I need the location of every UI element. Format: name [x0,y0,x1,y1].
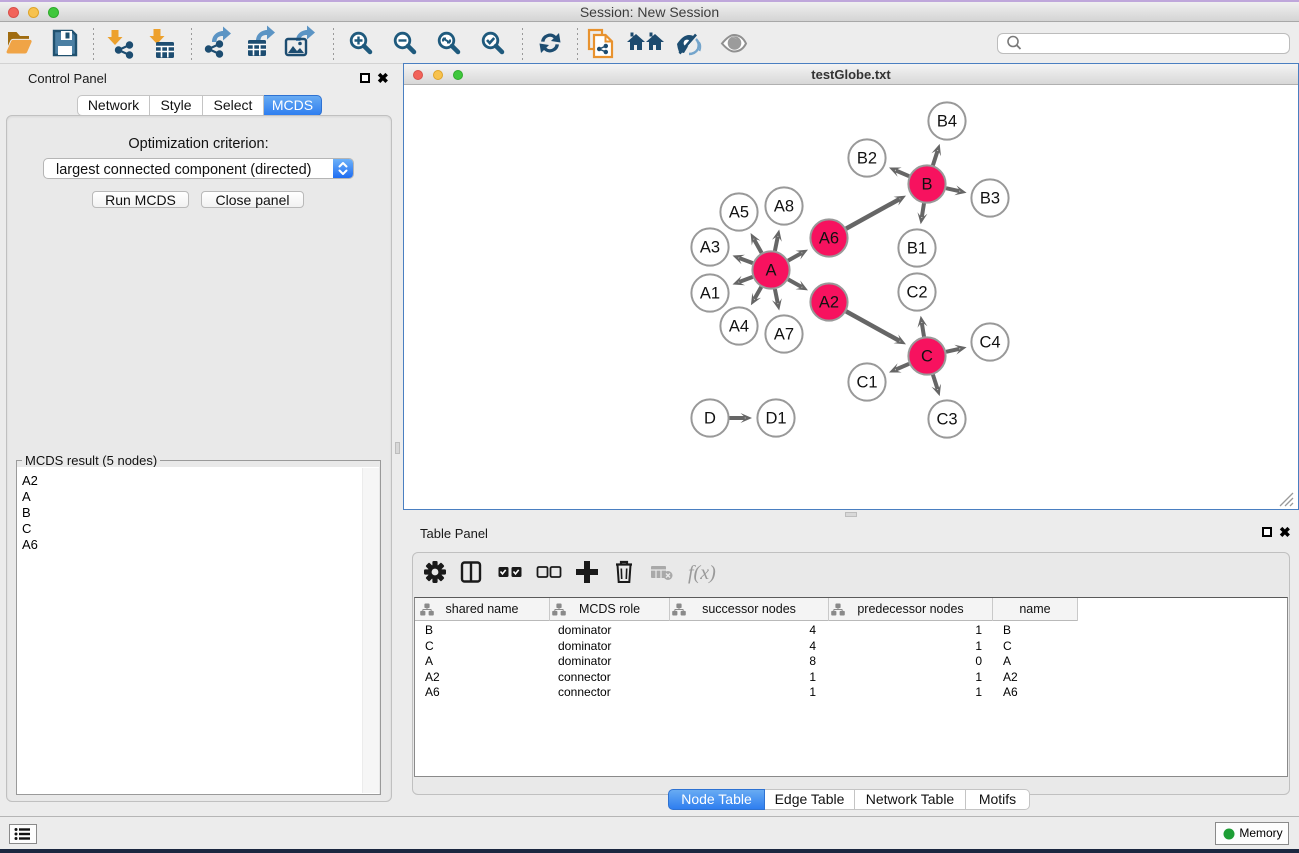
svg-text:C1: C1 [856,374,877,392]
svg-text:D1: D1 [765,410,786,428]
svg-text:A8: A8 [774,198,794,216]
svg-text:C2: C2 [906,284,927,302]
svg-text:C: C [921,348,933,366]
svg-text:f(x): f(x) [688,562,716,584]
svg-text:A: A [765,262,776,280]
svg-text:C3: C3 [936,411,957,429]
svg-text:B1: B1 [907,240,927,258]
svg-text:A5: A5 [729,204,749,222]
svg-text:A6: A6 [819,230,839,248]
svg-text:B3: B3 [980,190,1000,208]
svg-text:A3: A3 [700,239,720,257]
svg-text:D: D [704,410,716,428]
svg-text:B2: B2 [857,150,877,168]
svg-text:B: B [921,176,932,194]
svg-text:A4: A4 [729,318,749,336]
svg-text:B4: B4 [937,113,957,131]
svg-text:C4: C4 [979,334,1000,352]
svg-text:A2: A2 [819,294,839,312]
svg-text:A1: A1 [700,285,720,303]
svg-text:A7: A7 [774,326,794,344]
